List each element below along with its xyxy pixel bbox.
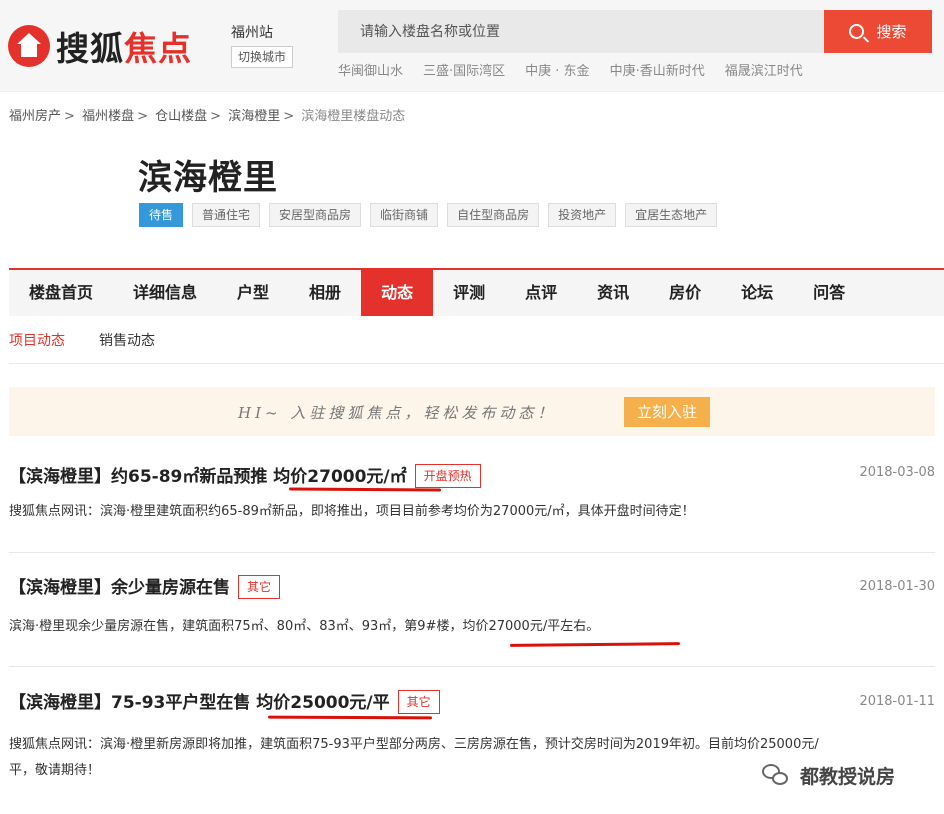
- news-date: 2018-01-30: [859, 579, 935, 594]
- nav-details[interactable]: 详细信息: [113, 270, 217, 316]
- project-tags: 待售 普通住宅 安居型商品房 临街商铺 自住型商品房 投资地产 宜居生态地产: [139, 203, 726, 227]
- sub-tabs: 项目动态 销售动态: [9, 330, 944, 364]
- hot-link[interactable]: 华闽御山水: [338, 60, 403, 79]
- current-city: 福州站: [231, 25, 273, 41]
- tab-sales-news[interactable]: 销售动态: [99, 330, 155, 363]
- breadcrumb-current: 滨海橙里楼盘动态: [301, 109, 406, 124]
- property-tag: 自住型商品房: [447, 203, 540, 227]
- hot-link[interactable]: 三盛·国际湾区: [423, 60, 505, 79]
- search-box[interactable]: [338, 10, 825, 53]
- logo-text-part1: 搜狐: [56, 29, 124, 68]
- site-header: 搜狐焦点 福州站 切换城市 搜索 华闽御山水 三盛·国际湾区 中庚 · 东金 中…: [0, 0, 944, 92]
- project-nav: 楼盘首页 详细信息 户型 相册 动态 评测 点评 资讯 房价 论坛 问答: [9, 268, 944, 316]
- status-badge: 待售: [139, 203, 184, 227]
- news-body: 搜狐焦点网讯：滨海·橙里新房源即将加推，建筑面积75-93平户型部分两房、三房房…: [9, 737, 819, 752]
- news-badge: 开盘预热: [414, 464, 481, 488]
- news-body: 搜狐焦点网讯：滨海·橙里建筑面积约65-89㎡新品，即将推出，项目目前参考均价为…: [9, 504, 695, 519]
- nav-floorplans[interactable]: 户型: [217, 270, 289, 316]
- divider: [9, 666, 935, 667]
- news-badge: 其它: [397, 690, 440, 714]
- news-title[interactable]: 【滨海橙里】余少量房源在售 其它: [9, 573, 281, 599]
- hot-link[interactable]: 中庚 · 东金: [525, 60, 589, 79]
- project-title: 滨海橙里: [138, 158, 278, 198]
- property-tag: 安居型商品房: [269, 203, 362, 227]
- hot-link[interactable]: 中庚·香山新时代: [610, 60, 705, 79]
- news-title-text[interactable]: 【滨海橙里】约65-89㎡新品预推 均价27000元/㎡: [9, 467, 407, 487]
- breadcrumb-separator: >: [137, 109, 148, 124]
- nav-news-active[interactable]: 动态: [361, 270, 434, 316]
- nav-home[interactable]: 楼盘首页: [9, 270, 113, 316]
- nav-album[interactable]: 相册: [289, 270, 361, 316]
- nav-forum[interactable]: 论坛: [721, 270, 793, 316]
- property-tag: 临街商铺: [370, 203, 439, 227]
- property-tag: 宜居生态地产: [625, 203, 718, 227]
- switch-city-button[interactable]: 切换城市: [231, 46, 294, 68]
- sohu-focus-logo[interactable]: 搜狐焦点: [8, 22, 192, 70]
- news-body: 平，敬请期待！: [9, 763, 101, 778]
- nav-info[interactable]: 资讯: [577, 270, 649, 316]
- news-title[interactable]: 【滨海橙里】约65-89㎡新品预推 均价27000元/㎡ 开盘预热: [9, 462, 481, 488]
- breadcrumb-separator: >: [283, 109, 295, 124]
- news-title[interactable]: 【滨海橙里】75-93平户型在售 均价25000元/平 其它: [9, 688, 440, 714]
- news-badge: 其它: [238, 575, 281, 599]
- search-button[interactable]: 搜索: [824, 10, 932, 53]
- search-input[interactable]: [338, 10, 825, 53]
- breadcrumb-separator: >: [210, 109, 222, 124]
- news-item: 【滨海橙里】约65-89㎡新品预推 均价27000元/㎡ 开盘预热 2018-03…: [9, 458, 935, 538]
- wechat-watermark: 都教授说房: [762, 762, 895, 789]
- breadcrumb-separator: >: [64, 109, 75, 124]
- logo-text-part2: 焦点: [124, 29, 192, 68]
- promo-banner: HI~ 入驻搜狐焦点，轻松发布动态！ 立刻入驻: [9, 387, 935, 436]
- nav-review[interactable]: 评测: [433, 270, 505, 316]
- nav-comments[interactable]: 点评: [505, 270, 577, 316]
- news-body: 滨海·橙里现余少量房源在售，建筑面积75㎡、80㎡、83㎡、93㎡，第9#楼，均…: [9, 619, 600, 634]
- join-now-button[interactable]: 立刻入驻: [624, 397, 710, 427]
- news-date: 2018-03-08: [859, 465, 935, 480]
- hot-search-links: 华闽御山水 三盛·国际湾区 中庚 · 东金 中庚·香山新时代 福晟滨江时代: [338, 60, 823, 79]
- news-item: 【滨海橙里】余少量房源在售 其它 2018-01-30 滨海·橙里现余少量房源在售…: [9, 572, 935, 652]
- property-tag: 投资地产: [548, 203, 617, 227]
- nav-price[interactable]: 房价: [649, 270, 721, 316]
- logo-text: 搜狐焦点: [56, 22, 192, 70]
- watermark-text: 都教授说房: [800, 766, 896, 788]
- banner-text: HI~ 入驻搜狐焦点，轻松发布动态！: [238, 404, 557, 422]
- news-title-text[interactable]: 【滨海橙里】余少量房源在售: [9, 578, 230, 598]
- breadcrumb-item[interactable]: 滨海橙里: [228, 109, 280, 124]
- news-date: 2018-01-11: [859, 694, 935, 709]
- breadcrumb: 福州房产 > 福州楼盘 > 仓山楼盘 > 滨海橙里 > 滨海橙里楼盘动态: [9, 105, 405, 124]
- search-icon: [849, 24, 865, 39]
- house-logo-icon: [8, 25, 50, 67]
- tab-project-news[interactable]: 项目动态: [9, 330, 65, 363]
- nav-qa[interactable]: 问答: [793, 270, 865, 316]
- divider: [9, 552, 935, 553]
- news-title-text[interactable]: 【滨海橙里】75-93平户型在售 均价25000元/平: [9, 693, 390, 713]
- breadcrumb-item[interactable]: 福州房产: [9, 109, 61, 124]
- breadcrumb-item[interactable]: 福州楼盘: [82, 109, 134, 124]
- search-button-label: 搜索: [876, 23, 907, 41]
- breadcrumb-item[interactable]: 仓山楼盘: [155, 109, 207, 124]
- wechat-icon: [762, 763, 792, 788]
- property-tag: 普通住宅: [192, 203, 261, 227]
- hot-link[interactable]: 福晟滨江时代: [725, 60, 803, 79]
